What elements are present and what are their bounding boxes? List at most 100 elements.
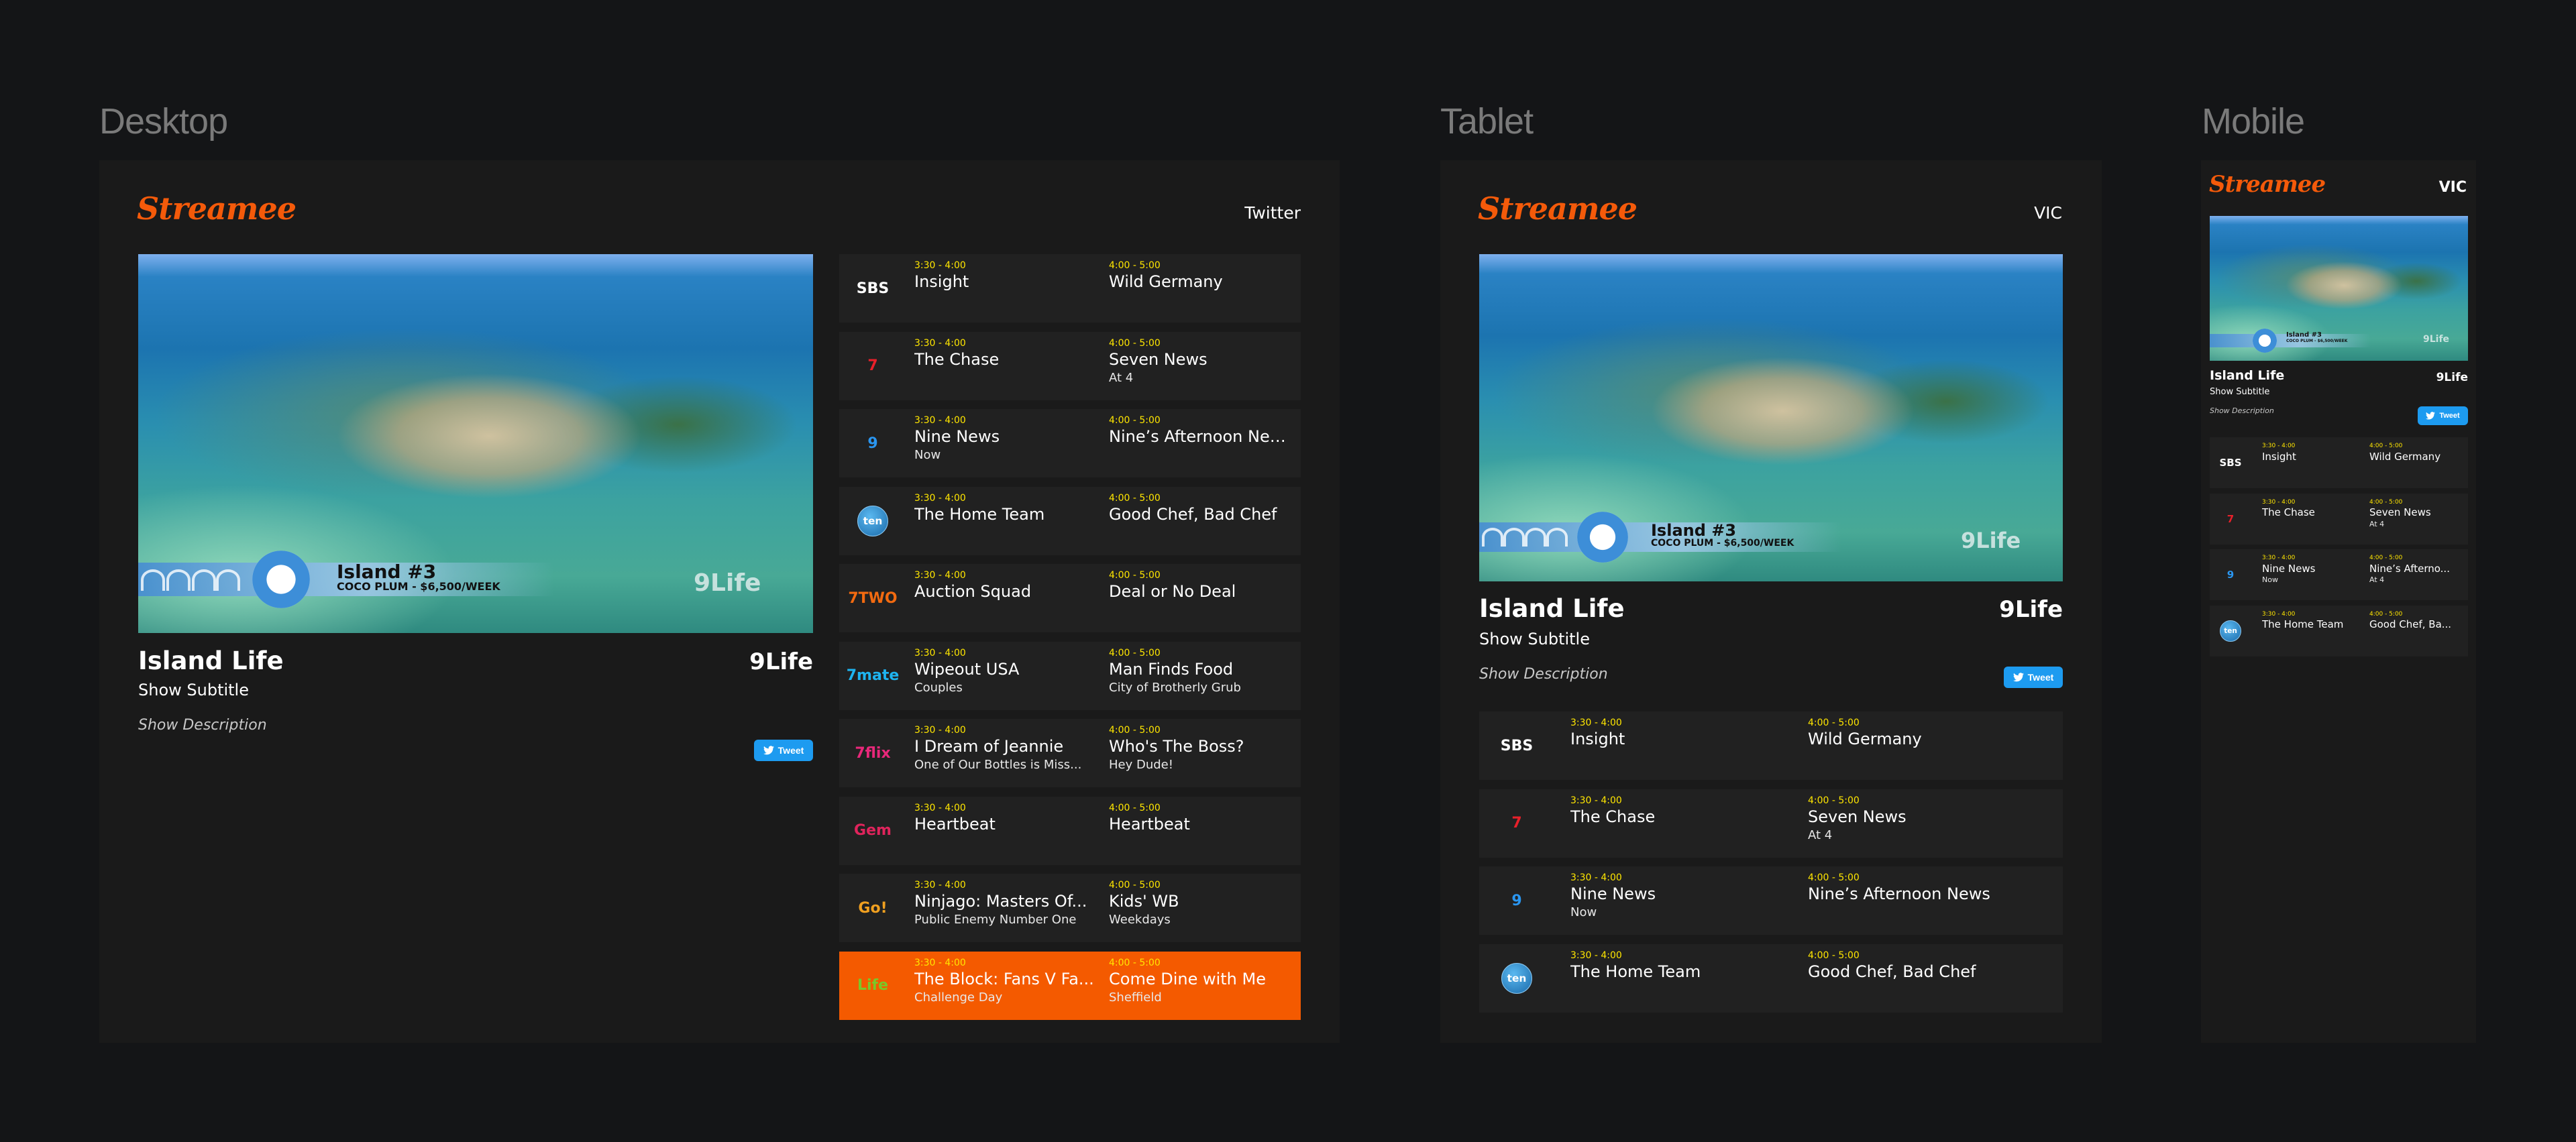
program-title: The Home Team <box>1570 962 1701 981</box>
nine-logo-icon: 9 <box>1511 892 1522 909</box>
slot-now[interactable]: 3:30 - 4:00 Insight <box>2262 443 2356 463</box>
channel-row[interactable]: SBS 3:30 - 4:00 Insight 4:00 - 5:00 Wild Ger… <box>2210 437 2468 488</box>
show-title: Island Life <box>1479 594 1625 623</box>
time-slot: 4:00 - 5:00 <box>1109 647 1161 659</box>
slot-now[interactable]: 3:30 - 4:00 I Dream of Jeannie One of Our … <box>914 724 1095 774</box>
twitter-bird-icon <box>2012 673 2024 682</box>
region-selector[interactable]: VIC <box>2439 179 2467 196</box>
slot-now[interactable]: 3:30 - 4:00 The Chase <box>914 337 1095 370</box>
channel-row[interactable]: 7flix 3:30 - 4:00 I Dream of Jeannie One of… <box>839 719 1301 787</box>
slot-next[interactable]: 4:00 - 5:00 Deal or No Deal <box>1109 569 1290 602</box>
channel-row[interactable]: 9 3:30 - 4:00 Nine News Now 4:00 - 5:00 Nine’… <box>2210 549 2468 600</box>
slot-now[interactable]: 3:30 - 4:00 Insight <box>914 260 1095 292</box>
time-slot: 4:00 - 5:00 <box>2369 610 2403 618</box>
program-title: Nine’s Afternoon News <box>1808 884 1990 904</box>
slot-now[interactable]: 3:30 - 4:00 The Block: Fans V Fa... Challe… <box>914 957 1095 1007</box>
time-slot: 3:30 - 4:00 <box>914 337 966 349</box>
time-slot: 3:30 - 4:00 <box>2262 498 2296 506</box>
program-title: Nine’s Afterno... <box>2369 562 2450 575</box>
sbs-logo-icon: SBS <box>856 280 890 297</box>
slot-next[interactable]: 4:00 - 5:00 Nine’s Afternoon News <box>1109 414 1290 447</box>
channel-row[interactable]: Go! 3:30 - 4:00 Ninjago: Masters Of... Publ… <box>839 874 1301 942</box>
brand-logo[interactable]: Streamee <box>1478 190 1638 227</box>
time-slot: 4:00 - 5:00 <box>1808 718 1860 728</box>
brand-logo[interactable]: Streamee <box>2209 171 2326 198</box>
slot-next[interactable]: 4:00 - 5:00 Wild Germany <box>1808 717 2036 750</box>
channel-row[interactable]: Gem 3:30 - 4:00 Heartbeat 4:00 - 5:00 Heartb… <box>839 796 1301 865</box>
slot-now[interactable]: 3:30 - 4:00 Nine News Now <box>914 414 1095 464</box>
slot-now[interactable]: 3:30 - 4:00 The Chase <box>2262 499 2356 520</box>
slot-now[interactable]: 3:30 - 4:00 Heartbeat <box>914 802 1095 835</box>
desktop-frame: Streamee Twitter Island #3 COCO PLUM - $… <box>99 160 1340 1043</box>
program-title: The Chase <box>2262 506 2315 519</box>
slot-next[interactable]: 4:00 - 5:00 Kids' WB Weekdays <box>1109 879 1290 929</box>
video-player[interactable]: Island #3 COCO PLUM - $6,500/WEEK 9Life <box>2210 216 2468 361</box>
slot-next[interactable]: 4:00 - 5:00 Good Chef, Bad Chef <box>1808 950 2036 982</box>
slot-now[interactable]: 3:30 - 4:00 The Chase <box>1570 795 1799 827</box>
channel-row[interactable]: 9 3:30 - 4:00 Nine News Now 4:00 - 5:00 Nine’… <box>839 409 1301 477</box>
program-title: Kids' WB <box>1109 892 1179 911</box>
channel-row[interactable]: 9 3:30 - 4:00 Nine News Now 4:00 - 5:00 Nine’… <box>1479 866 2063 935</box>
channel-row[interactable]: ten 3:30 - 4:00 The Home Team 4:00 - 5:00 Go… <box>1479 944 2063 1013</box>
slot-now[interactable]: 3:30 - 4:00 Nine News Now <box>2262 555 2356 585</box>
channel-row[interactable]: ten 3:30 - 4:00 The Home Team 4:00 - 5:00 Go… <box>2210 605 2468 656</box>
tweet-button[interactable]: Tweet <box>2418 406 2468 425</box>
channel-row[interactable]: Life 3:30 - 4:00 The Block: Fans V Fa... Ch… <box>839 951 1301 1020</box>
time-slot: 4:00 - 5:00 <box>1109 570 1161 581</box>
slot-now[interactable]: 3:30 - 4:00 Insight <box>1570 717 1799 750</box>
ten-logo-badge: ten <box>1501 962 1532 994</box>
slot-next[interactable]: 4:00 - 5:00 Seven News At 4 <box>1109 337 1290 387</box>
arch-icon <box>166 569 191 591</box>
time-slot: 3:30 - 4:00 <box>914 802 966 813</box>
program-title: The Chase <box>914 349 1000 369</box>
slot-next[interactable]: 4:00 - 5:00 Who's The Boss? Hey Dude! <box>1109 724 1290 774</box>
tv-guide: SBS 3:30 - 4:00 Insight 4:00 - 5:00 Wild Ger… <box>1479 711 2063 1020</box>
slot-next[interactable]: 4:00 - 5:00 Come Dine with Me Sheffield <box>1109 957 1290 1007</box>
time-slot: 4:00 - 5:00 <box>1808 950 1860 961</box>
life-channel-logo-icon: 9Life <box>2436 371 2468 384</box>
tweet-button[interactable]: Tweet <box>754 740 813 761</box>
slot-next[interactable]: 4:00 - 5:00 Seven News At 4 <box>1808 795 2036 844</box>
slot-next[interactable]: 4:00 - 5:00 Nine’s Afternoon News <box>1808 872 2036 905</box>
channel-row[interactable]: SBS 3:30 - 4:00 Insight 4:00 - 5:00 Wild Ger… <box>1479 711 2063 780</box>
section-label-tablet: Tablet <box>1440 101 1534 141</box>
channel-row[interactable]: 7 3:30 - 4:00 The Chase 4:00 - 5:00 Seven Ne… <box>1479 789 2063 858</box>
region-selector[interactable]: Twitter <box>1244 203 1301 223</box>
show-description: Show Description <box>138 717 267 734</box>
channel-row[interactable]: SBS 3:30 - 4:00 Insight 4:00 - 5:00 Wild Ger… <box>839 254 1301 323</box>
slot-next[interactable]: 4:00 - 5:00 Heartbeat <box>1109 802 1290 835</box>
sbs-logo-icon: SBS <box>2219 457 2242 469</box>
time-slot: 3:30 - 4:00 <box>2262 443 2296 449</box>
brand-logo[interactable]: Streamee <box>137 190 297 227</box>
ten-logo-icon: ten <box>1491 944 1542 1013</box>
slot-now[interactable]: 3:30 - 4:00 Ninjago: Masters Of... Public … <box>914 879 1095 929</box>
slot-next[interactable]: 4:00 - 5:00 Nine’s Afterno... At 4 <box>2369 555 2463 585</box>
slot-next[interactable]: 4:00 - 5:00 Wild Germany <box>2369 443 2463 463</box>
slot-next[interactable]: 4:00 - 5:00 Wild Germany <box>1109 260 1290 292</box>
slot-next[interactable]: 4:00 - 5:00 Good Chef, Bad Chef <box>1109 492 1290 525</box>
slot-next[interactable]: 4:00 - 5:00 Good Chef, Ba... <box>2369 611 2463 632</box>
slot-next[interactable]: 4:00 - 5:00 Man Finds Food City of Brother… <box>1109 647 1290 697</box>
channel-row[interactable]: ten 3:30 - 4:00 The Home Team 4:00 - 5:00 Go… <box>839 486 1301 555</box>
time-slot: 3:30 - 4:00 <box>1570 950 1622 961</box>
slot-next[interactable]: 4:00 - 5:00 Seven News At 4 <box>2369 499 2463 530</box>
slot-now[interactable]: 3:30 - 4:00 The Home Team <box>1570 950 1799 982</box>
video-player[interactable]: Island #3 COCO PLUM - $6,500/WEEK 9Life <box>138 254 813 633</box>
slot-now[interactable]: 3:30 - 4:00 Nine News Now <box>1570 872 1799 921</box>
region-selector[interactable]: VIC <box>2034 203 2062 223</box>
program-title: The Home Team <box>914 504 1045 524</box>
tweet-button[interactable]: Tweet <box>2004 667 2063 688</box>
channel-row[interactable]: 7 3:30 - 4:00 The Chase 4:00 - 5:00 Seven Ne… <box>2210 493 2468 545</box>
slot-now[interactable]: 3:30 - 4:00 The Home Team <box>914 492 1095 525</box>
time-slot: 4:00 - 5:00 <box>1109 725 1161 736</box>
channel-row[interactable]: 7mate 3:30 - 4:00 Wipeout USA Couples 4:00 -… <box>839 641 1301 710</box>
video-player[interactable]: Island #3 COCO PLUM - $6,500/WEEK 9Life <box>1479 254 2063 581</box>
program-title: Heartbeat <box>1109 814 1190 834</box>
twitter-bird-icon <box>763 746 774 755</box>
slot-now[interactable]: 3:30 - 4:00 The Home Team <box>2262 611 2356 632</box>
slot-now[interactable]: 3:30 - 4:00 Auction Squad <box>914 569 1095 602</box>
time-slot: 3:30 - 4:00 <box>914 647 966 659</box>
channel-row[interactable]: 7TWO 3:30 - 4:00 Auction Squad 4:00 - 5:00 D… <box>839 564 1301 632</box>
slot-now[interactable]: 3:30 - 4:00 Wipeout USA Couples <box>914 647 1095 697</box>
channel-row[interactable]: 7 3:30 - 4:00 The Chase 4:00 - 5:00 Seven Ne… <box>839 331 1301 400</box>
